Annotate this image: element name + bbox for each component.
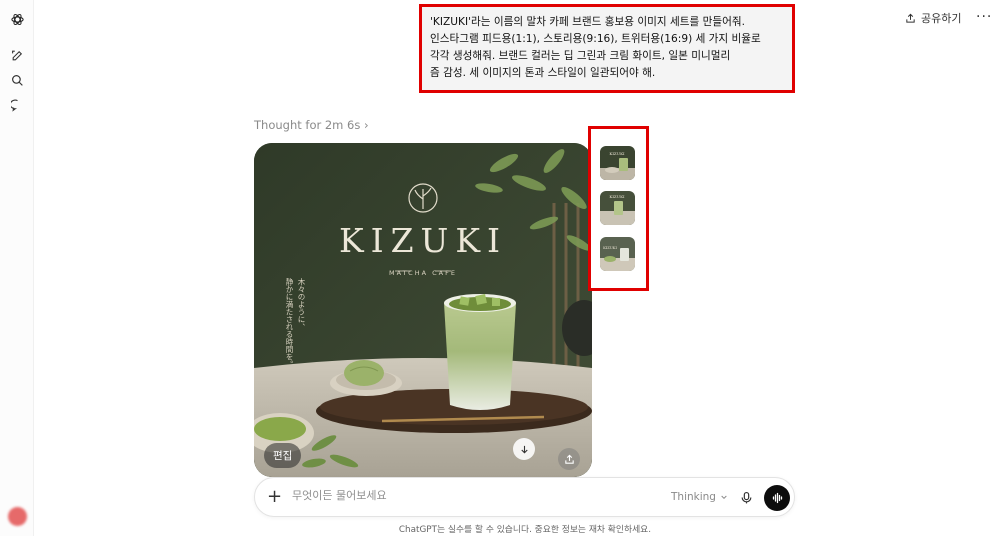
- chevron-down-icon: [721, 495, 727, 500]
- svg-text:KIZUKI: KIZUKI: [609, 194, 625, 199]
- generated-image[interactable]: KIZUKI MATCHA CAFE 木々のように、 静かに満たされる時間を。 …: [254, 143, 592, 477]
- download-button[interactable]: [513, 438, 535, 460]
- image-variants-panel: KIZUKI KIZUKI KIZUKI: [588, 126, 649, 291]
- thumbnail-wide[interactable]: KIZUKI: [600, 237, 635, 271]
- add-attachment-button[interactable]: +: [267, 486, 282, 508]
- prompt-input[interactable]: [292, 489, 652, 502]
- chevron-right-icon: ›: [364, 118, 369, 132]
- user-message-line: 인스타그램 피드용(1:1), 스토리용(9:16), 트위터용(16:9) 세…: [430, 33, 761, 45]
- chat-bubble-icon[interactable]: [7, 95, 27, 115]
- microphone-button[interactable]: [740, 490, 753, 509]
- svg-text:KIZUKI: KIZUKI: [603, 246, 617, 250]
- share-button[interactable]: 공유하기: [905, 10, 961, 26]
- waveform-icon: [772, 492, 783, 504]
- arrow-down-icon: [520, 445, 528, 453]
- search-icon[interactable]: [7, 70, 27, 90]
- user-message-line: 'KIZUKI'라는 이름의 말차 카페 브랜드 홍보용 이미지 세트를 만들어…: [430, 16, 745, 28]
- user-message: 'KIZUKI'라는 이름의 말차 카페 브랜드 홍보용 이미지 세트를 만들어…: [419, 4, 795, 93]
- left-rail: [0, 0, 34, 536]
- model-label: Thinking: [671, 491, 716, 503]
- user-message-line: 각각 생성해줘. 브랜드 컬러는 딥 그린과 크림 화이트, 일본 미니멀리: [430, 50, 731, 62]
- edit-image-button[interactable]: 편집: [264, 443, 302, 468]
- user-message-line: 즘 감성. 세 이미지의 톤과 스타일이 일관되어야 해.: [430, 67, 656, 79]
- tagline-line: 静かに満たされる時間を。: [285, 278, 294, 368]
- thought-label: Thought for 2m 6s: [254, 118, 361, 132]
- thought-toggle[interactable]: Thought for 2m 6s ›: [254, 118, 369, 132]
- tagline-line: 木々のように、: [297, 278, 306, 331]
- thumbnail-story[interactable]: KIZUKI: [600, 191, 635, 225]
- model-selector[interactable]: Thinking: [671, 491, 728, 503]
- svg-text:KIZUKI: KIZUKI: [609, 151, 625, 156]
- openai-logo-icon[interactable]: [7, 9, 27, 29]
- brand-wordmark: KIZUKI: [338, 221, 508, 260]
- disclaimer-text: ChatGPT는 실수를 할 수 있습니다. 중요한 정보는 재차 확인하세요.: [398, 525, 652, 535]
- voice-mode-button[interactable]: [764, 485, 790, 511]
- share-image-button[interactable]: [558, 448, 580, 470]
- share-label: 공유하기: [921, 12, 962, 25]
- microphone-icon: [741, 491, 752, 504]
- thumbnail-square[interactable]: KIZUKI: [600, 146, 635, 180]
- brand-subtitle: MATCHA CAFE: [389, 269, 457, 277]
- new-chat-icon[interactable]: [7, 45, 27, 65]
- more-options-button[interactable]: ···: [976, 9, 992, 25]
- upload-icon: [564, 454, 574, 464]
- share-icon: [906, 13, 915, 23]
- message-composer: + Thinking: [254, 477, 795, 517]
